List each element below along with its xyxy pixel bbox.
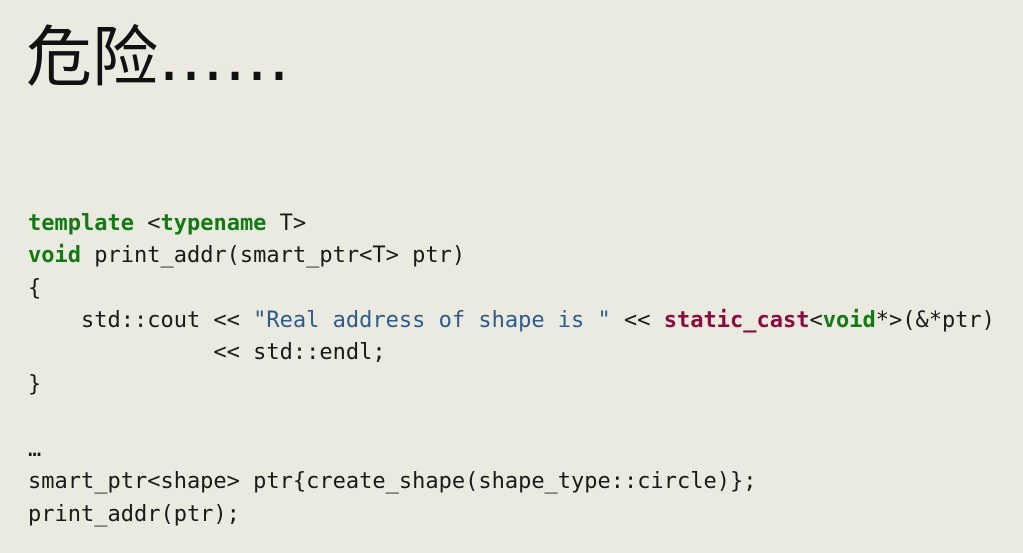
code-line-8: … xyxy=(28,434,995,466)
code-text: *>(&*ptr) xyxy=(875,307,995,333)
code-block: template <typename T> void print_addr(sm… xyxy=(28,208,995,531)
code-text: std::cout << xyxy=(28,307,254,333)
string-literal: "Real address of shape is " xyxy=(253,307,611,333)
code-text: … xyxy=(28,437,42,463)
code-text: } xyxy=(28,372,42,398)
keyword-void: void xyxy=(28,243,81,269)
code-text: smart_ptr<shape> ptr{create_shape(shape_… xyxy=(28,469,757,495)
code-line-4: std::cout << "Real address of shape is "… xyxy=(28,305,995,337)
code-line-2: void print_addr(smart_ptr<T> ptr) xyxy=(28,240,995,272)
code-line-6: } xyxy=(28,369,995,401)
code-line-5: << std::endl; xyxy=(28,337,995,369)
code-text: << xyxy=(610,307,664,333)
keyword-void: void xyxy=(822,307,876,333)
keyword-template: template xyxy=(28,211,134,236)
code-text: < xyxy=(809,307,823,333)
slide: 危险…… template <typename T> void print_ad… xyxy=(0,0,1023,553)
code-line-1: template <typename T> xyxy=(28,208,995,240)
code-line-9: smart_ptr<shape> ptr{create_shape(shape_… xyxy=(28,466,995,498)
code-line-10: print_addr(ptr); xyxy=(28,499,995,531)
code-text: < xyxy=(133,211,161,236)
code-line-3: { xyxy=(28,273,995,305)
code-text: print_addr(ptr); xyxy=(28,501,240,527)
code-text: print_addr(smart_ptr<T> ptr) xyxy=(80,243,466,269)
code-text: T> xyxy=(266,211,307,236)
slide-title: 危险…… xyxy=(26,19,290,96)
keyword-typename: typename xyxy=(160,211,267,236)
code-text: { xyxy=(28,275,42,301)
code-text: << std::endl; xyxy=(28,340,386,366)
keyword-static-cast: static_cast xyxy=(663,307,810,333)
